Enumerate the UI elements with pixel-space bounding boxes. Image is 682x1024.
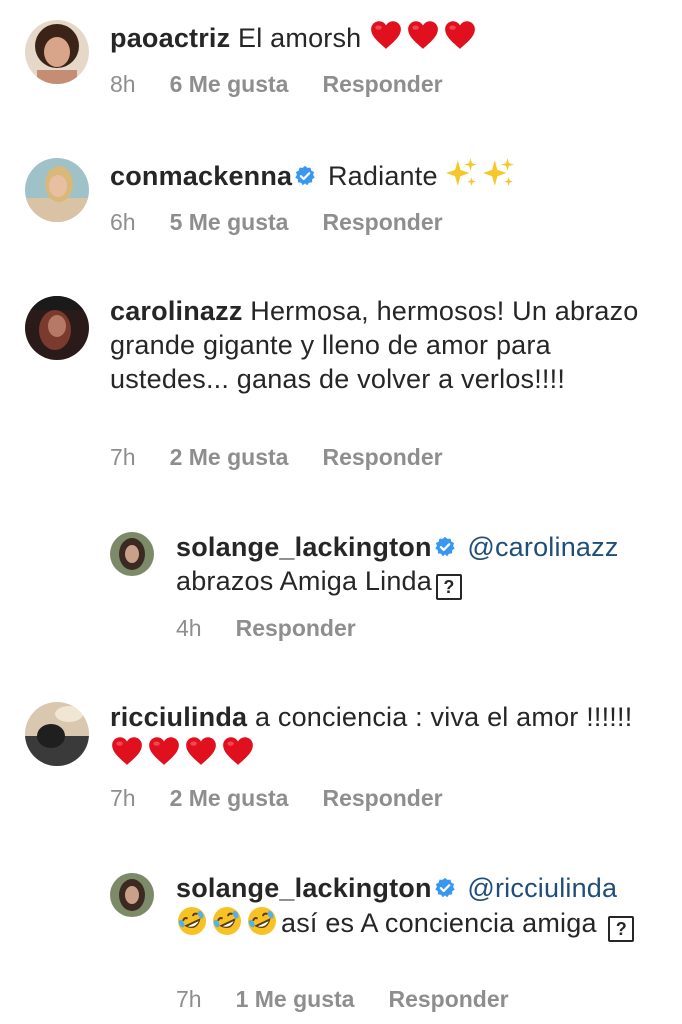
comment-meta: 4h Responder [176,615,390,642]
reply-button[interactable]: Responder [322,71,442,98]
comment-body: abrazos Amiga Linda [176,566,432,596]
avatar-photo-icon [110,532,154,576]
reply-button[interactable]: Responder [322,444,442,471]
avatar-photo-icon [25,702,89,766]
avatar[interactable] [25,20,89,84]
avatar[interactable] [110,532,154,576]
comment-meta: 8h 6 Me gusta Responder [110,71,477,98]
comment-text: carolinazz Hermosa, hermosos! Un abrazo … [110,294,652,396]
heart-emoji-icon [184,734,218,768]
like-count[interactable]: 5 Me gusta [170,209,289,236]
like-count[interactable]: 6 Me gusta [170,71,289,98]
like-count[interactable]: 2 Me gusta [170,785,289,812]
comment-text: solange_lackington @ricciulinda así es A… [176,871,652,942]
rofl-emoji-icon [176,905,208,937]
comment-username[interactable]: paoactriz [110,23,230,53]
heart-emoji-icon [443,18,477,52]
verified-badge-icon [294,165,316,187]
comment-meta: 6h 5 Me gusta Responder [110,209,477,236]
comment-meta: 7h 2 Me gusta Responder [110,444,477,471]
rofl-emoji-icon [211,905,243,937]
like-count[interactable]: 1 Me gusta [236,986,355,1013]
avatar-photo-icon [25,296,89,360]
verified-badge-icon [434,536,456,558]
comment-meta: 7h 1 Me gusta Responder [176,986,543,1013]
missing-glyph-icon: ? [608,916,635,942]
comment-text: conmackenna Radiante [110,156,652,193]
mention-link[interactable]: @ricciulinda [467,873,617,903]
mention-link[interactable]: @carolinazz [467,532,618,562]
reply-button[interactable]: Responder [322,785,442,812]
comment-text: paoactriz El amorsh [110,18,652,55]
comment-meta: 7h 2 Me gusta Responder [110,785,477,812]
comment-time: 4h [176,615,202,641]
avatar[interactable] [110,873,154,917]
avatar-photo-icon [25,158,89,222]
comment-username[interactable]: solange_lackington [176,873,432,903]
reply-button[interactable]: Responder [388,986,508,1013]
avatar[interactable] [25,158,89,222]
comment-body: Radiante [327,161,438,191]
comment-time: 6h [110,209,136,235]
avatar[interactable] [25,296,89,360]
comment-username[interactable]: ricciulinda [110,702,247,732]
heart-emoji-icon [110,734,144,768]
comment-body: El amorsh [238,23,362,53]
reply-button[interactable]: Responder [236,615,356,642]
heart-emoji-icon [406,18,440,52]
comment-username[interactable]: conmackenna [110,161,292,191]
comment-text: solange_lackington @carolinazz abrazos A… [176,530,652,600]
comment-body: a conciencia : viva el amor !!!!!! [254,702,633,732]
comment-time: 8h [110,71,136,97]
like-count[interactable]: 2 Me gusta [170,444,289,471]
comment-time: 7h [110,785,136,811]
missing-glyph-icon: ? [435,574,462,600]
comment-text: ricciulinda a conciencia : viva el amor … [110,700,652,771]
comment-username[interactable]: solange_lackington [176,532,432,562]
sparkles-emoji-icon [482,156,516,190]
comment-time: 7h [110,444,136,470]
rofl-emoji-icon [246,905,278,937]
verified-badge-icon [434,877,456,899]
avatar[interactable] [25,702,89,766]
avatar-photo-icon [25,20,89,84]
comment-username[interactable]: carolinazz [110,296,243,326]
heart-emoji-icon [369,18,403,52]
comment-time: 7h [176,986,202,1012]
comment-body: así es A conciencia amiga [281,908,597,938]
sparkles-emoji-icon [445,156,479,190]
heart-emoji-icon [221,734,255,768]
avatar-photo-icon [110,873,154,917]
heart-emoji-icon [147,734,181,768]
reply-button[interactable]: Responder [322,209,442,236]
